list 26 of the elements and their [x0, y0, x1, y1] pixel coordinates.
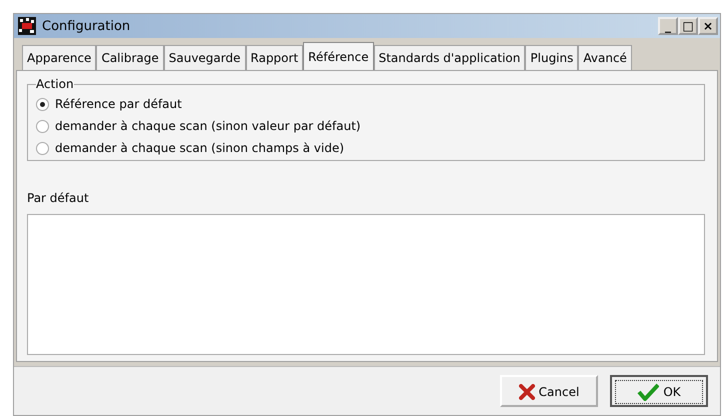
tab[interactable]: Apparence	[22, 45, 96, 70]
checkmark-icon	[637, 383, 660, 401]
close-button[interactable]: ×	[698, 17, 718, 35]
tab[interactable]: Rapport	[246, 45, 304, 70]
radio-label[interactable]: demander à chaque scan (sinon champs à vide)	[55, 141, 344, 155]
cross-icon	[518, 384, 535, 400]
radio-button[interactable]	[36, 142, 49, 154]
cancel-button[interactable]: Cancel	[500, 375, 598, 407]
tab[interactable]: Sauvegarde	[164, 45, 246, 70]
default-text-field[interactable]	[27, 214, 705, 355]
radio-label[interactable]: demander à chaque scan (sinon valeur par défaut)	[55, 119, 361, 133]
tab[interactable]: Référence	[303, 42, 374, 70]
maximize-button[interactable]: □	[678, 17, 698, 35]
tab[interactable]: Avancé	[578, 45, 632, 70]
field-label: Par défaut	[27, 191, 90, 205]
app-icon	[18, 17, 36, 35]
minimize-button[interactable]: _	[658, 17, 678, 35]
radio-button[interactable]	[36, 98, 49, 110]
tab[interactable]: Calibrage	[96, 45, 164, 70]
tab[interactable]: Plugins	[525, 45, 578, 70]
ok-button[interactable]: OK	[610, 375, 708, 407]
radio-button[interactable]	[36, 120, 49, 132]
radio-label[interactable]: Référence par défaut	[55, 97, 182, 111]
window-title: Configuration	[42, 18, 132, 34]
group-title: Action	[36, 77, 74, 91]
tab[interactable]: Standards d'application	[374, 45, 526, 70]
